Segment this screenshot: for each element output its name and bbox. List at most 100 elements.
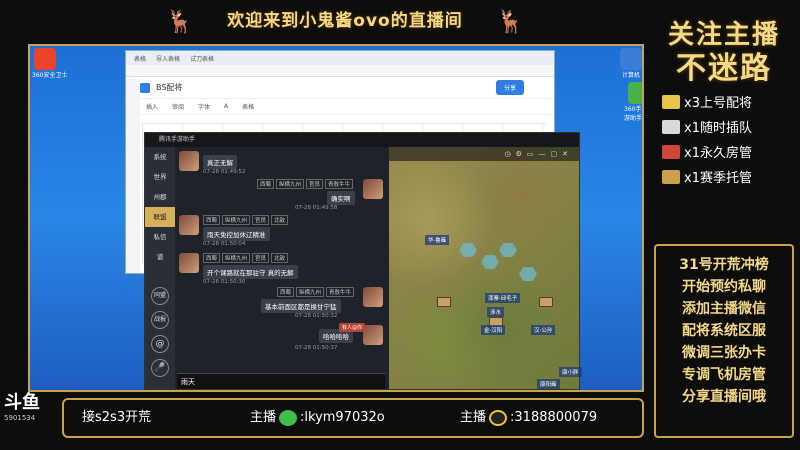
city-marker[interactable] [437, 297, 451, 307]
benefit-label: x1赛季托管 [684, 171, 752, 186]
toolbar-insert[interactable]: 插入 [146, 102, 158, 111]
chat-sidebar: 系统 世界 州郡 联盟 私信 谱 同盟 战报 @ 🎤 [145, 147, 175, 389]
sidebar-item-list[interactable]: 谱 [145, 247, 175, 267]
bottom-service: 接s2s3开荒 [82, 410, 152, 425]
tag: 青敖牛牛 [326, 287, 355, 297]
follow-panel: 关注主播 不迷路 x3上号配将 x1随时插队 x1永久房管 x1赛季托管 31号… [652, 18, 796, 438]
message-meta: 西蜀 纵横九州 官员 青敖牛牛 [257, 179, 355, 189]
benefit-label: x3上号配将 [684, 96, 752, 111]
toolbar-color[interactable]: A [224, 103, 228, 110]
chat-input[interactable]: 雨天 [177, 373, 385, 389]
platform-logo: 斗鱼 5901534 [4, 392, 58, 444]
message-meta: 西蜀 纵横九州 官员 北敌 [203, 253, 290, 263]
toolbar-table[interactable]: 表格 [242, 102, 254, 111]
tag: 西蜀 [257, 179, 275, 189]
rocket-icon [662, 144, 680, 159]
browser-tabs: 表格 导入表格 试刀表格 [126, 51, 554, 65]
computer-icon[interactable] [620, 48, 642, 70]
sidebar-item-state[interactable]: 州郡 [145, 187, 175, 207]
qq-prefix: 主播 [460, 410, 487, 425]
sheet-toolbar: 插入 审阅 字体 A 表格 [126, 99, 554, 115]
contact-bar: 接s2s3开荒 主播:lkym97032o 主播:3188800079 [62, 398, 644, 438]
promo-line: 专调飞机房管 [682, 367, 766, 383]
tag: 青敖牛牛 [325, 179, 354, 189]
message-time: 07-28 01:50:32 [295, 313, 338, 319]
map-label[interactable]: 金·汉阳 [481, 325, 506, 335]
avatar[interactable] [363, 287, 383, 307]
report-icon[interactable]: 战报 [151, 311, 169, 329]
microphone-icon[interactable]: 🎤 [151, 359, 169, 377]
map-label[interactable]: 汉·公孙 [531, 325, 556, 335]
tab-1[interactable]: 表格 [134, 54, 146, 63]
mention-icon[interactable]: @ [151, 335, 169, 353]
city-marker[interactable] [539, 297, 553, 307]
message-time: 07-28 01:50:37 [295, 345, 338, 351]
message-meta: 西蜀 纵横九州 青敖牛牛 [277, 287, 356, 297]
chat-window-title: 腾讯手游助手 [145, 133, 579, 147]
sidebar-item-private[interactable]: 私信 [145, 227, 175, 247]
message-bubble: 基本前面区都是换甘宁猛 [261, 299, 341, 313]
map-tile[interactable] [459, 243, 477, 257]
message-meta: 西蜀 纵横九州 官员 北敌 [203, 215, 290, 225]
map-tile[interactable] [519, 267, 537, 281]
logo-text: 斗鱼 [4, 392, 40, 413]
sidebar-item-alliance[interactable]: 联盟 [145, 207, 175, 227]
avatar[interactable] [363, 325, 383, 345]
promo-line: 分享直播间哦 [682, 389, 766, 405]
banner-title: 欢迎来到小鬼酱ovo的直播间 [227, 11, 463, 31]
qq-contact: 主播 :3188800079 [460, 400, 597, 436]
map-label[interactable]: 漆寨·邱毛子 [485, 293, 521, 303]
tag: 北敌 [271, 215, 289, 225]
address-bar[interactable] [126, 65, 554, 77]
desktop-label-3: 360手游助手 [624, 106, 643, 122]
map-label[interactable]: 涉水 [487, 307, 505, 317]
game-window-controls[interactable]: ◷⚙▭—▢✕ [389, 147, 579, 161]
map-tile[interactable] [481, 255, 499, 269]
tag: 纵横九州 [222, 253, 251, 263]
mention-notice[interactable]: 有人@你 [339, 323, 366, 332]
message-time: 07-28 01:49:52 [203, 169, 246, 175]
game-chat-window: 腾讯手游助手 系统 世界 州郡 联盟 私信 谱 同盟 战报 @ 🎤 真正无解 0… [144, 132, 582, 390]
tag: 西蜀 [203, 253, 221, 263]
promo-line: 开始预约私聊 [682, 279, 766, 295]
room-id: 5901534 [4, 414, 36, 422]
sidebar-item-world[interactable]: 世界 [145, 167, 175, 187]
alliance-icon[interactable]: 同盟 [151, 287, 169, 305]
tag: 西蜀 [277, 287, 295, 297]
avatar[interactable] [179, 215, 199, 235]
avatar[interactable] [179, 151, 199, 171]
tag: 官员 [252, 215, 270, 225]
benefit-item: x1永久房管 [662, 142, 796, 161]
avatar[interactable] [179, 253, 199, 273]
qq-id: :3188800079 [510, 410, 598, 425]
tab-3[interactable]: 试刀表格 [190, 54, 214, 63]
message-bubble: 雨天免控加休辽精准 [203, 227, 270, 241]
tag: 西蜀 [203, 215, 221, 225]
share-button[interactable]: 分享 [495, 80, 524, 95]
deer-right-icon: 🦌 [496, 10, 524, 35]
sheet-left-rail [126, 79, 140, 273]
top-banner: 🦌 欢迎来到小鬼酱ovo的直播间 🦌 [166, 4, 524, 38]
follow-title-2: 不迷路 [676, 51, 772, 86]
follow-title-1: 关注主播 [667, 20, 780, 50]
game-assistant-icon[interactable] [628, 82, 642, 104]
map-label[interactable]: 康阳雍 [537, 379, 560, 389]
promo-box: 31号开荒冲榜 开始预约私聊 添加主播微信 配将系统区服 微调三张办卡 专调飞机… [654, 244, 794, 438]
map-label[interactable]: 康小胖 [559, 367, 582, 377]
toolbar-font[interactable]: 字体 [198, 102, 210, 111]
benefit-label: x1随时插队 [684, 121, 752, 136]
security-app-icon[interactable] [34, 48, 56, 70]
game-map[interactable]: ◷⚙▭—▢✕ 华·鲁雍 漆寨·邱毛子 涉水 金·汉阳 汉·公孙 康阳雍 康小胖 [389, 147, 582, 389]
message-bubble: 真正无解 [203, 155, 237, 169]
desktop-label-1: 360安全卫士 [32, 72, 68, 79]
toolbar-review[interactable]: 审阅 [172, 102, 184, 111]
sidebar-item-system[interactable]: 系统 [145, 147, 175, 167]
qq-icon [489, 409, 508, 426]
map-tile[interactable] [499, 243, 517, 257]
tag: 北敌 [271, 253, 289, 263]
message-bubble: 确实啊 [327, 191, 355, 205]
avatar[interactable] [363, 179, 383, 199]
chat-messages: 真正无解 07-28 01:49:52 西蜀 纵横九州 官员 青敖牛牛 确实啊 07-… [177, 147, 385, 373]
map-label[interactable]: 华·鲁雍 [425, 235, 450, 245]
tab-2[interactable]: 导入表格 [156, 54, 180, 63]
